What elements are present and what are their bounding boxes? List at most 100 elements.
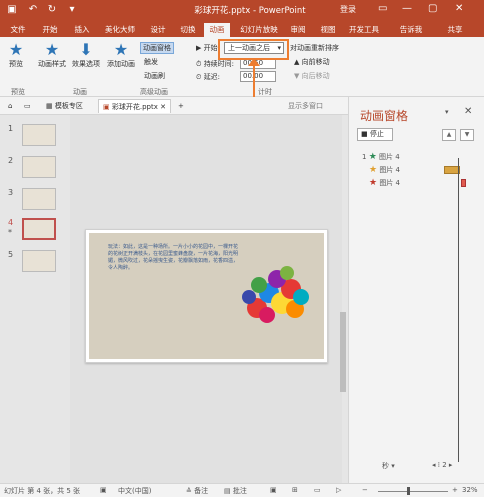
delay-spinner[interactable]: 00.00 xyxy=(240,71,276,82)
anim-pane-button[interactable]: 动画窗格 xyxy=(140,42,174,54)
duration-label: ⏱ 持续时间: xyxy=(196,60,235,68)
tab-view[interactable]: 视图 xyxy=(316,23,340,37)
slide-thumbnail[interactable] xyxy=(22,124,56,146)
tab-share[interactable]: 共享 xyxy=(440,23,470,37)
scrollbar-thumb[interactable] xyxy=(340,312,346,392)
spellcheck-icon[interactable]: ▣ xyxy=(100,486,107,494)
slide-thumbnail-selected[interactable] xyxy=(22,218,56,240)
tab-tell-me[interactable]: 告诉我 xyxy=(392,23,430,37)
slide-number: 4 xyxy=(8,218,14,227)
zoom-slider[interactable] xyxy=(378,491,448,492)
save-icon[interactable]: ▣ xyxy=(6,4,18,16)
redo-icon[interactable]: ↻ xyxy=(46,4,58,16)
anim-styles-label: 动画样式 xyxy=(38,60,66,68)
slide-thumbnail[interactable] xyxy=(22,250,56,272)
move-up-button[interactable]: ▲ xyxy=(442,129,456,141)
trigger-button[interactable]: 触发 xyxy=(144,57,158,67)
stop-button[interactable]: ■ 停止 xyxy=(357,128,393,141)
anim-list-item[interactable]: 1 ★ 图片 4 xyxy=(362,152,400,162)
tab-file[interactable]: 文件 xyxy=(6,23,30,37)
emphasis-star-icon: ★ xyxy=(369,165,378,175)
anim-list-item[interactable]: ★ 图片 4 xyxy=(369,165,400,175)
seconds-dropdown[interactable]: 秒 ▾ xyxy=(382,461,395,471)
tab-developer[interactable]: 开发工具 xyxy=(346,23,382,37)
tab-home[interactable]: 开始 xyxy=(38,23,62,37)
file-tab-current[interactable]: ▣ 彩球开花.pptx ✕ xyxy=(98,99,171,113)
undo-icon[interactable]: ↶ xyxy=(27,4,39,16)
comments-button[interactable]: ▤ 批注 xyxy=(224,486,247,496)
tab-review[interactable]: 审阅 xyxy=(286,23,310,37)
ribbon-options-icon[interactable]: ▭ xyxy=(378,3,387,14)
customize-icon[interactable]: ▾ xyxy=(66,4,78,16)
preview-label: 预览 xyxy=(9,60,23,68)
chevron-down-icon[interactable]: ▾ xyxy=(445,108,449,116)
anim-item-label: 图片 4 xyxy=(379,179,400,187)
star-icon: ★ xyxy=(44,40,60,59)
slide-number: 1 xyxy=(8,124,14,133)
slide-info: 幻灯片 第 4 张，共 5 张 xyxy=(4,487,81,495)
slide-thumbnail[interactable] xyxy=(22,188,56,210)
tab-design[interactable]: 设计 xyxy=(146,23,170,37)
window-title: 彩球开花.pptx - PowerPoint xyxy=(194,6,306,16)
slideshow-view-icon[interactable]: ▷ xyxy=(336,486,341,494)
slide-number: 3 xyxy=(8,188,14,197)
group-anim-label: 动画 xyxy=(73,88,87,96)
close-icon[interactable]: ✕ xyxy=(455,3,463,14)
login-link[interactable]: 登录 xyxy=(340,4,356,15)
anim-list-item[interactable]: ★ 图片 4 xyxy=(369,178,400,188)
tab-beautify[interactable]: 美化大师 xyxy=(102,23,138,37)
file-tab-templates[interactable]: ▦ 模板专区 xyxy=(42,99,87,113)
home-icon[interactable]: ⌂ xyxy=(4,99,16,113)
zoom-out-button[interactable]: − xyxy=(362,486,368,494)
restore-icon[interactable]: ▢ xyxy=(428,3,437,14)
timeline-zoom[interactable]: ◂ ⁞ 2 ▸ xyxy=(432,461,452,469)
anim-item-label: 图片 4 xyxy=(379,153,400,161)
zoom-level[interactable]: 32% xyxy=(462,486,478,494)
close-icon[interactable]: ✕ xyxy=(464,106,472,117)
status-bar: 幻灯片 第 4 张，共 5 张 ▣ 中文(中国) ≙ 备注 ▤ 批注 ▣ ⊞ ▭… xyxy=(0,483,484,497)
tab-insert[interactable]: 插入 xyxy=(70,23,94,37)
folder-icon[interactable]: ▭ xyxy=(20,99,35,113)
notes-button[interactable]: ≙ 备注 xyxy=(186,486,208,496)
slide-anim-marker: * xyxy=(8,228,12,237)
anim-order: 1 xyxy=(362,153,367,161)
timeline-marker xyxy=(458,158,459,462)
balloons-image[interactable] xyxy=(237,253,317,343)
normal-view-icon[interactable]: ▣ xyxy=(270,486,277,494)
pptx-icon: ▣ xyxy=(103,103,110,111)
reading-view-icon[interactable]: ▭ xyxy=(314,486,321,494)
new-tab-button[interactable]: + xyxy=(174,99,188,113)
move-down-button[interactable]: ▼ xyxy=(460,129,474,141)
language-status[interactable]: 中文(中国) xyxy=(118,486,151,496)
minimize-icon[interactable]: — xyxy=(402,3,412,14)
star-add-icon: ★ xyxy=(113,40,129,59)
slide-thumbnail[interactable] xyxy=(22,156,56,178)
tab-animation[interactable]: 动画 xyxy=(204,23,230,37)
delay-label: ⏲ 延迟: xyxy=(196,73,221,81)
slide-background: 玩法：如此，这是一种场所。一片小小的花园中，一棵开花的花树正开满枝头，在花园里蜜… xyxy=(89,233,324,359)
group-adv-label: 高级动画 xyxy=(140,88,168,96)
anim-pane-title: 动画窗格 xyxy=(360,109,409,123)
stop-icon: ■ xyxy=(361,130,368,138)
timeline-bar[interactable] xyxy=(461,179,466,187)
sorter-view-icon[interactable]: ⊞ xyxy=(292,486,298,494)
add-anim-button[interactable]: ★ 添加动画 xyxy=(104,41,138,69)
zoom-slider-knob[interactable] xyxy=(407,487,410,495)
slide-canvas[interactable]: 玩法：如此，这是一种场所。一片小小的花园中，一棵开花的花树正开满枝头，在花园里蜜… xyxy=(85,229,328,363)
tab-transition[interactable]: 切换 xyxy=(176,23,200,37)
reorder-label: 对动画重新排序 xyxy=(290,44,339,52)
effect-options-button[interactable]: ⬇ 效果选项 xyxy=(68,41,104,69)
vertical-scrollbar[interactable] xyxy=(336,120,342,480)
preview-button[interactable]: ★ 预览 xyxy=(4,41,28,69)
move-later-button[interactable]: ▼ 向后移动 xyxy=(294,71,330,81)
zoom-in-button[interactable]: + xyxy=(452,486,458,494)
tab-slideshow[interactable]: 幻灯片放映 xyxy=(236,23,282,37)
slide-number: 2 xyxy=(8,156,14,165)
anim-styles-button[interactable]: ★ 动画样式 xyxy=(34,41,70,69)
move-earlier-button[interactable]: ▲ 向前移动 xyxy=(294,57,330,67)
star-icon: ★ xyxy=(8,40,24,59)
slide-text-box[interactable]: 玩法：如此，这是一种场所。一片小小的花园中，一棵开花的花树正开满枝头，在花园里蜜… xyxy=(108,244,238,272)
show-tabs-button[interactable]: 显示多窗口 xyxy=(284,99,327,113)
anim-brush-button[interactable]: 动画刷 xyxy=(144,71,165,81)
anim-item-label: 图片 4 xyxy=(379,166,400,174)
